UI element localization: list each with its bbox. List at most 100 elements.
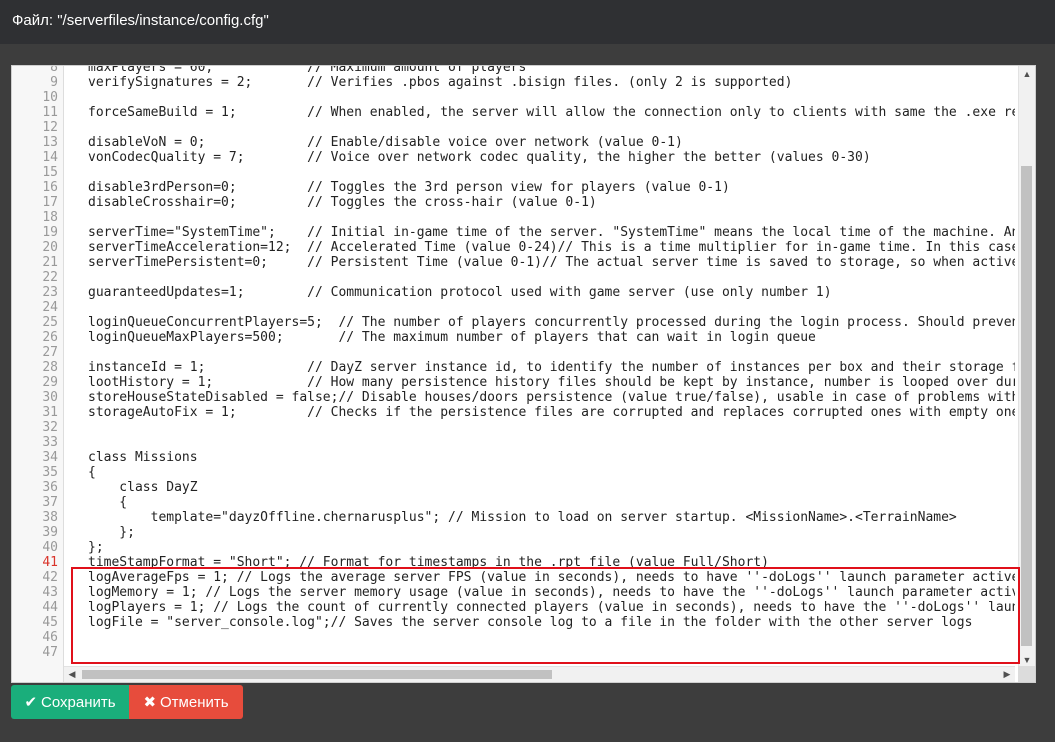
vertical-scrollbar[interactable]: ▲ ▼ — [1018, 66, 1035, 668]
code-line[interactable]: serverTimeAcceleration=12; // Accelerate… — [64, 240, 1015, 255]
line-number: 20 — [42, 240, 58, 255]
code-line[interactable]: disableVoN = 0; // Enable/disable voice … — [64, 135, 1015, 150]
code-line-text: }; — [88, 540, 104, 555]
code-line[interactable]: verifySignatures = 2; // Verifies .pbos … — [64, 75, 1015, 90]
line-number: 29 — [42, 375, 58, 390]
line-number: 42 — [42, 570, 58, 585]
code-line-text: lootHistory = 1; // How many persistence… — [88, 375, 1015, 390]
line-number: 45 — [42, 615, 58, 630]
code-line-text: logFile = "server_console.log";// Saves … — [88, 615, 973, 630]
code-line[interactable]: class Missions — [64, 450, 1015, 465]
code-line[interactable]: guaranteedUpdates=1; // Communication pr… — [64, 285, 1015, 300]
code-line[interactable] — [64, 435, 1015, 450]
code-line[interactable]: storeHouseStateDisabled = false;// Disab… — [64, 390, 1015, 405]
code-line-text: serverTimeAcceleration=12; // Accelerate… — [88, 240, 1015, 255]
code-line[interactable]: template="dayzOffline.chernarusplus"; //… — [64, 510, 1015, 525]
code-line-text: }; — [88, 525, 135, 540]
code-line[interactable]: lootHistory = 1; // How many persistence… — [64, 375, 1015, 390]
scrollbar-corner — [1018, 666, 1035, 682]
line-number: 43 — [42, 585, 58, 600]
vertical-scroll-thumb[interactable] — [1021, 166, 1032, 646]
code-line[interactable]: class DayZ — [64, 480, 1015, 495]
code-line[interactable]: loginQueueMaxPlayers=500; // The maximum… — [64, 330, 1015, 345]
code-line-text: serverTime="SystemTime"; // Initial in-g… — [88, 225, 1015, 240]
file-path-header: Файл: "/serverfiles/instance/config.cfg" — [0, 0, 1055, 44]
code-line[interactable]: instanceId = 1; // DayZ server instance … — [64, 360, 1015, 375]
line-number: 24 — [42, 300, 58, 315]
code-line[interactable]: }; — [64, 525, 1015, 540]
scroll-up-icon[interactable]: ▲ — [1019, 66, 1035, 82]
line-number: 39 — [42, 525, 58, 540]
code-line[interactable] — [64, 90, 1015, 105]
code-line[interactable]: storageAutoFix = 1; // Checks if the per… — [64, 405, 1015, 420]
line-number: 14 — [42, 150, 58, 165]
code-line[interactable] — [64, 300, 1015, 315]
line-number: 33 — [42, 435, 58, 450]
code-line[interactable]: { — [64, 465, 1015, 480]
line-number: 34 — [42, 450, 58, 465]
code-line[interactable] — [64, 645, 1015, 660]
code-line[interactable] — [64, 345, 1015, 360]
horizontal-scroll-thumb[interactable] — [82, 670, 552, 679]
line-number: 31 — [42, 405, 58, 420]
code-editor[interactable]: 8 9 10 11 12 13 14 15 16 17 18 19 20 21 22 23 24 25 26 27 28… — [11, 65, 1036, 683]
code-line-text: class Missions — [88, 450, 198, 465]
code-line[interactable] — [64, 120, 1015, 135]
code-line[interactable] — [64, 165, 1015, 180]
code-line-text: { — [88, 465, 96, 480]
save-button[interactable]: ✔ Сохранить — [11, 685, 129, 719]
line-number: 16 — [42, 180, 58, 195]
code-line-text: serverTimePersistent=0; // Persistent Ti… — [88, 255, 1015, 270]
scroll-left-icon[interactable]: ◀ — [64, 667, 80, 682]
code-line[interactable]: }; — [64, 540, 1015, 555]
code-line-text: forceSameBuild = 1; // When enabled, the… — [88, 105, 1015, 120]
code-line[interactable]: { — [64, 495, 1015, 510]
code-line[interactable]: forceSameBuild = 1; // When enabled, the… — [64, 105, 1015, 120]
line-number: 35 — [42, 465, 58, 480]
code-line-text: logAverageFps = 1; // Logs the average s… — [88, 570, 1015, 585]
code-line[interactable] — [64, 270, 1015, 285]
file-path-title: Файл: "/serverfiles/instance/config.cfg" — [12, 12, 269, 29]
scroll-right-icon[interactable]: ▶ — [999, 667, 1015, 682]
code-line[interactable]: serverTime="SystemTime"; // Initial in-g… — [64, 225, 1015, 240]
code-line-text: disableCrosshair=0; // Toggles the cross… — [88, 195, 597, 210]
code-line[interactable] — [64, 420, 1015, 435]
code-line[interactable]: timeStampFormat = "Short"; // Format for… — [64, 555, 1015, 570]
code-area[interactable]: maxPlayers = 60; // Maximum amount of pl… — [64, 66, 1015, 668]
cancel-button[interactable]: ✖ Отменить — [129, 685, 243, 719]
code-line-text: logMemory = 1; // Logs the server memory… — [88, 585, 1015, 600]
code-line[interactable]: disable3rdPerson=0; // Toggles the 3rd p… — [64, 180, 1015, 195]
code-line-text: verifySignatures = 2; // Verifies .pbos … — [88, 75, 793, 90]
code-line-text: storeHouseStateDisabled = false;// Disab… — [88, 390, 1015, 405]
line-number: 26 — [42, 330, 58, 345]
horizontal-scrollbar[interactable]: ◀ ▶ — [64, 666, 1015, 682]
code-line[interactable]: disableCrosshair=0; // Toggles the cross… — [64, 195, 1015, 210]
save-button-label: Сохранить — [41, 694, 116, 711]
code-line[interactable]: logPlayers = 1; // Logs the count of cur… — [64, 600, 1015, 615]
code-line[interactable]: logFile = "server_console.log";// Saves … — [64, 615, 1015, 630]
line-number: 47 — [42, 645, 58, 660]
code-line[interactable] — [64, 630, 1015, 645]
line-number: 25 — [42, 315, 58, 330]
line-number: 17 — [42, 195, 58, 210]
line-number: 28 — [42, 360, 58, 375]
code-line[interactable]: logMemory = 1; // Logs the server memory… — [64, 585, 1015, 600]
code-line[interactable]: logAverageFps = 1; // Logs the average s… — [64, 570, 1015, 585]
line-number: 37 — [42, 495, 58, 510]
line-number: 38 — [42, 510, 58, 525]
code-line[interactable] — [64, 210, 1015, 225]
code-line[interactable]: loginQueueConcurrentPlayers=5; // The nu… — [64, 315, 1015, 330]
code-line[interactable]: maxPlayers = 60; // Maximum amount of pl… — [64, 66, 1015, 75]
code-line-text: guaranteedUpdates=1; // Communication pr… — [88, 285, 832, 300]
line-number: 11 — [42, 105, 58, 120]
line-number: 10 — [42, 90, 58, 105]
line-number: 18 — [42, 210, 58, 225]
check-icon: ✔ — [24, 693, 38, 711]
code-line-text: timeStampFormat = "Short"; // Format for… — [88, 555, 769, 570]
code-line-text: logPlayers = 1; // Logs the count of cur… — [88, 600, 1015, 615]
code-line[interactable]: serverTimePersistent=0; // Persistent Ti… — [64, 255, 1015, 270]
code-line[interactable]: vonCodecQuality = 7; // Voice over netwo… — [64, 150, 1015, 165]
code-line-text: class DayZ — [88, 480, 198, 495]
line-number: 15 — [42, 165, 58, 180]
code-line-text: maxPlayers = 60; // Maximum amount of pl… — [88, 66, 527, 75]
